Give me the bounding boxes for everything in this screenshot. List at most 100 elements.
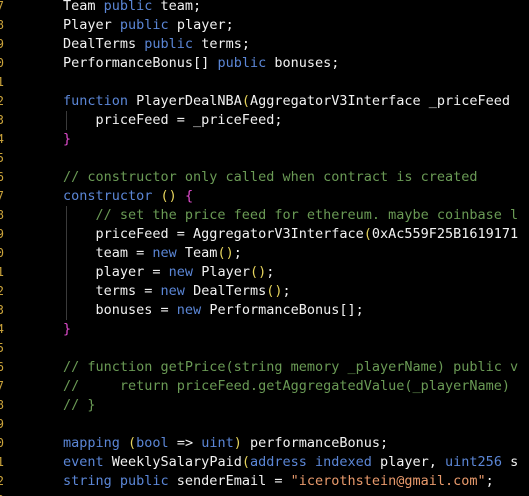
code-text: team = new Team(); [63,244,242,263]
code-line[interactable]: 6 // function getPrice(string memory _pla… [0,358,529,377]
code-token: team = [63,245,153,261]
code-token: constructor [63,188,161,204]
line-number: 5 [0,341,4,355]
code-token: Team [184,245,218,261]
code-token: bonuses; [274,55,340,71]
code-token: () [266,283,283,299]
code-line[interactable]: 5 [0,149,529,168]
code-token: public [217,55,275,71]
code-line[interactable]: 5 [0,339,529,358]
code-line[interactable]: 9 DealTerms public terms; [0,35,529,54]
code-token: PlayerDealNBA [136,93,242,109]
line-number: 1 [0,265,4,279]
code-text: // constructor only called when contract… [63,168,478,187]
code-token: "icerothstein@gmail.com" [290,473,486,489]
code-token: performanceBonus; [249,435,389,451]
code-token: // set the price feed for ethereum. mayb… [63,207,519,223]
code-token: () [160,188,185,204]
code-token: => [176,435,202,451]
code-text: mapping (bool => uint) performanceBonus; [63,434,388,453]
code-line[interactable]: 1 [0,73,529,92]
code-text: } [63,320,71,339]
code-token: ( [241,454,250,470]
code-text: bonuses = new PerformanceBonus[]; [63,301,364,320]
code-text: // set the price feed for ethereum. mayb… [63,206,519,225]
code-token: Team [63,0,104,14]
code-token: public [103,0,161,14]
code-line[interactable]: 2 string public senderEmail = "icerothste… [0,472,529,491]
line-number: 0 [0,436,4,450]
code-token: s [510,454,519,470]
line-number: 8 [0,398,4,412]
code-text: // return priceFeed.getAggregatedValue(_… [63,377,510,396]
code-token: } [63,321,72,337]
line-number: 0 [0,56,4,70]
code-line[interactable]: 7 constructor () { [0,187,529,206]
code-token: public [119,17,177,33]
code-text: PerformanceBonus[] public bonuses; [63,54,339,73]
code-token: mapping [63,435,129,451]
indent-guide [66,111,67,130]
code-text: // function getPrice(string memory _play… [63,358,518,377]
line-number: 0 [0,246,4,260]
code-token: event [63,454,112,470]
code-line[interactable]: 4} [0,130,529,149]
line-number: 5 [0,151,4,165]
code-token: Player [201,264,250,280]
code-line[interactable]: 3 priceFeed = _priceFeed; [0,111,529,130]
code-token: ( [128,435,137,451]
code-line[interactable]: 8 // set the price feed for ethereum. ma… [0,206,529,225]
code-line[interactable]: 0 team = new Team(); [0,244,529,263]
code-line[interactable]: 1 event WeeklySalaryPaid(address indexed … [0,453,529,472]
code-text: player = new Player(); [63,263,275,282]
code-token: function [63,93,137,109]
indent-guide [66,206,67,320]
code-line[interactable]: 6 // constructor only called when contrac… [0,168,529,187]
line-number: 8 [0,208,4,222]
code-token: player, [380,454,446,470]
code-line[interactable]: 8 // } [0,396,529,415]
code-token: new [152,245,185,261]
code-line[interactable]: 8 Player public player; [0,16,529,35]
code-text: constructor () { [63,187,193,206]
code-token: string public [63,473,177,489]
code-token: // return priceFeed.getAggregatedValue(_… [63,378,511,394]
code-token: } [63,131,72,147]
code-token: // constructor only called when contract… [63,169,478,185]
code-editor[interactable]: 7 Team public team; 8 Player public player;… [0,0,529,496]
code-token: public [144,36,202,52]
code-line[interactable]: 1 player = new Player(); [0,263,529,282]
line-number: 2 [0,474,4,488]
code-line[interactable]: 4} [0,320,529,339]
line-number: 4 [0,132,4,146]
code-line[interactable]: 9 priceFeed = AggregatorV3Interface(0xAc… [0,225,529,244]
line-number: 3 [0,491,4,496]
code-text: function PlayerDealNBA(AggregatorV3Inter… [63,92,510,111]
code-line[interactable]: 3 [0,491,529,496]
code-text: Team public team; [63,0,201,16]
code-token: ; [233,245,242,261]
code-text: priceFeed = _priceFeed; [63,111,283,130]
code-token: PerformanceBonus[] [63,55,218,71]
code-line[interactable]: 3 bonuses = new PerformanceBonus[]; [0,301,529,320]
code-line[interactable]: 9 [0,415,529,434]
code-line[interactable]: 2 terms = new DealTerms(); [0,282,529,301]
code-line[interactable]: 0 mapping (bool => uint) performanceBonus… [0,434,529,453]
line-number: 9 [0,37,4,51]
code-token: AggregatorV3Interface _priceFeed [249,93,511,109]
line-number: 6 [0,360,4,374]
code-token: team; [160,0,202,14]
code-token: bonuses = [63,302,177,318]
line-number: 1 [0,75,4,89]
code-token: new [168,264,202,280]
code-token: ( [363,226,372,242]
code-token: // } [63,397,96,413]
code-token: terms; [201,36,250,52]
code-token: Player [63,17,120,33]
code-line[interactable]: 0 PerformanceBonus[] public bonuses; [0,54,529,73]
code-line[interactable]: 7 Team public team; [0,0,529,16]
line-number: 7 [0,0,4,13]
code-line[interactable]: 2 function PlayerDealNBA(AggregatorV3Inte… [0,92,529,111]
code-line[interactable]: 7 // return priceFeed.getAggregatedValue(… [0,377,529,396]
code-token: ; [485,473,494,489]
